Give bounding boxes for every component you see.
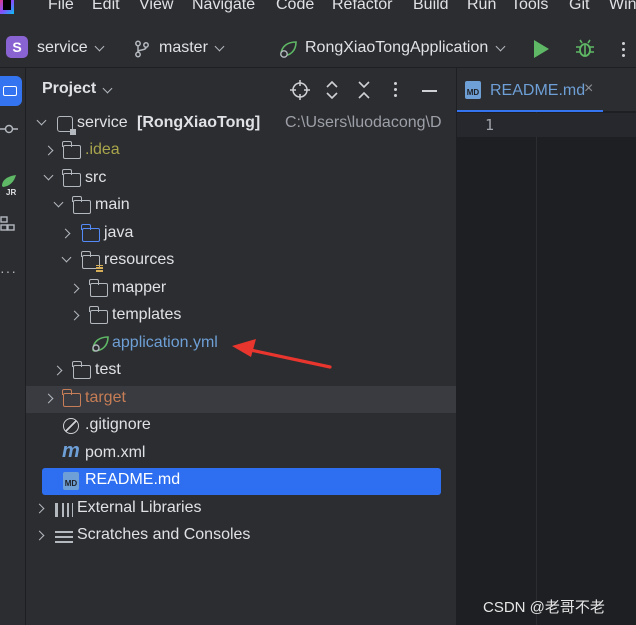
annotation-arrow bbox=[232, 339, 332, 369]
